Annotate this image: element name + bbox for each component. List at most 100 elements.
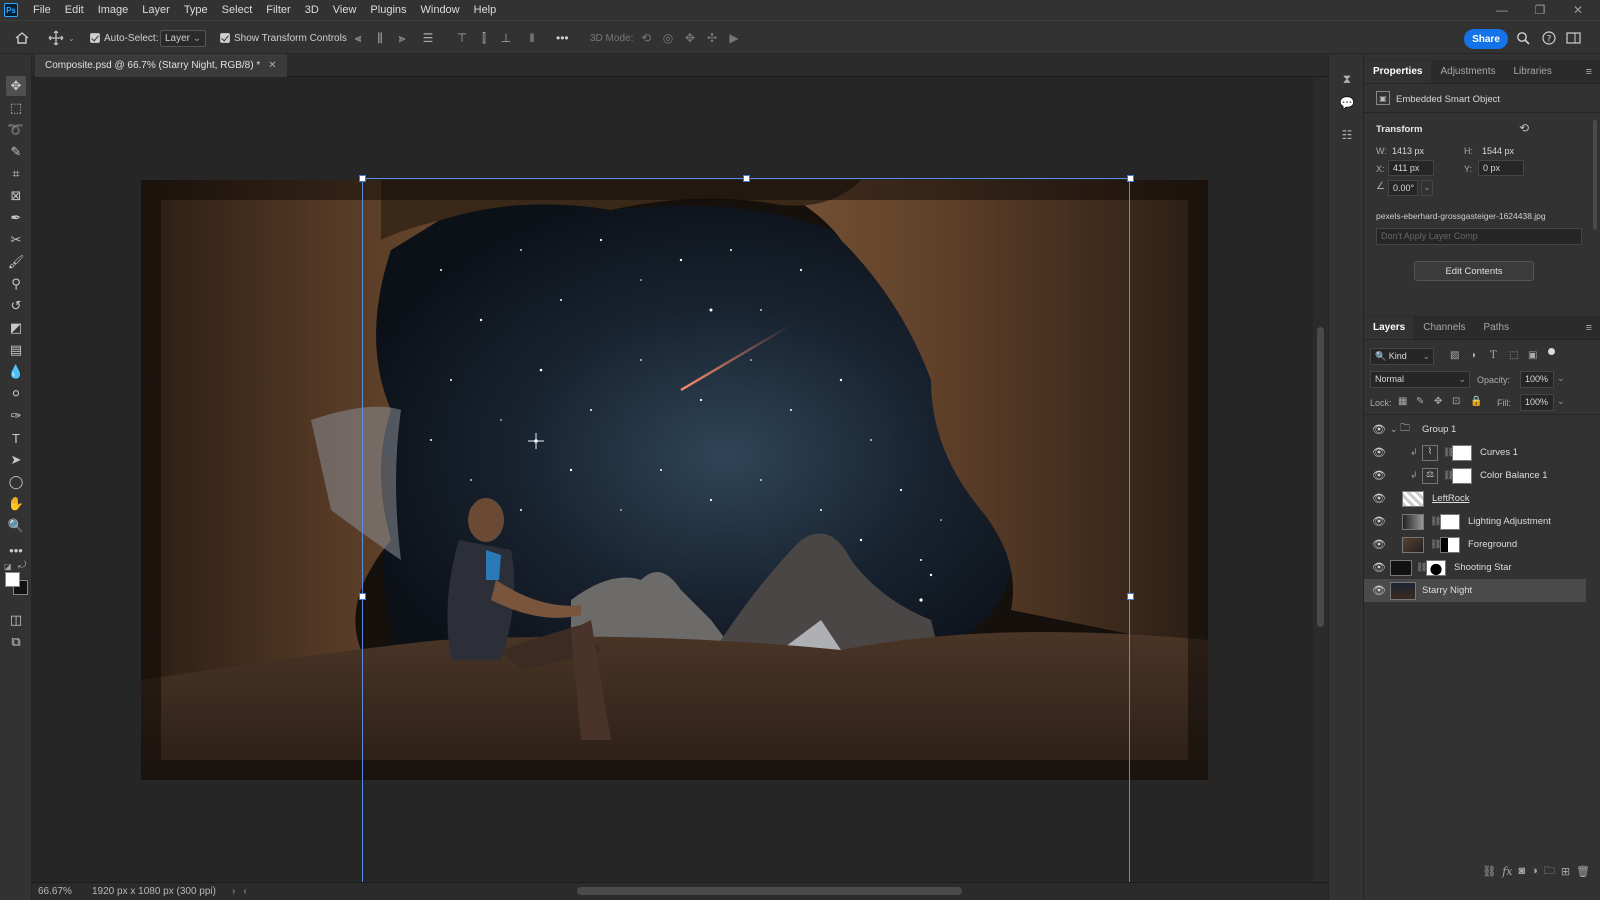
tab-adjustments[interactable]: Adjustments [1431,61,1504,83]
layer-row-shooting-star[interactable]: 👁 ⛓ Shooting Star [1364,556,1586,579]
new-layer-icon[interactable]: ⊞ [1561,865,1570,878]
eraser-tool-icon[interactable]: ◩ [6,318,26,338]
type-tool-icon[interactable]: T [6,428,26,448]
show-transform-controls-checkbox[interactable]: Show Transform Controls [220,21,347,55]
layer-name[interactable]: Foreground [1468,539,1517,550]
auto-select-target-dropdown[interactable]: Layer ⌄ [160,21,207,55]
eyedropper-tool-icon[interactable]: ✒ [6,208,26,228]
comments-panel-icon[interactable]: 💬 [1338,94,1356,112]
blur-tool-icon[interactable]: 💧 [6,362,26,382]
layer-thumbnail[interactable] [1390,559,1412,576]
align-left-icon[interactable]: ⫷ [350,21,366,55]
document-info[interactable]: 1920 px x 1080 px (300 ppi) [92,886,216,897]
menu-plugins[interactable]: Plugins [363,0,413,20]
fill-dropdown-icon[interactable]: ⌄ [1557,396,1565,407]
quick-mask-icon[interactable]: ◫ [6,610,26,630]
auto-select-checkbox[interactable]: Auto-Select: [90,21,158,55]
menu-type[interactable]: Type [177,0,215,20]
layer-row-curves-1[interactable]: 👁 ↲ ⌇ ⛓ Curves 1 [1364,441,1586,464]
group-expand-chevron-icon[interactable]: ⌄ [1390,424,1398,435]
transform-handle-top-right[interactable] [1127,175,1134,182]
menu-layer[interactable]: Layer [135,0,177,20]
vertical-scrollbar[interactable] [1313,77,1328,882]
new-adjustment-layer-icon[interactable]: ◑ [1531,865,1538,877]
visibility-eye-icon[interactable]: 👁 [1372,469,1386,483]
layer-row-starry-night[interactable]: 👁 Starry Night [1364,579,1586,602]
shape-tool-icon[interactable]: ◯ [6,472,26,492]
layer-thumbnail[interactable] [1402,536,1424,553]
filter-shape-icon[interactable]: ⬚ [1509,350,1518,361]
layer-mask-thumbnail[interactable] [1426,559,1446,576]
menu-file[interactable]: File [26,0,58,20]
visibility-eye-icon[interactable]: 👁 [1372,561,1386,575]
menu-view[interactable]: View [326,0,364,20]
minimize-button[interactable]: — [1484,0,1520,20]
edit-toolbar-icon[interactable]: ••• [6,540,26,560]
link-layers-icon[interactable]: ⛓ [1482,865,1496,878]
properties-panel-menu-icon[interactable]: ≡ [1586,66,1592,78]
align-center-icon[interactable]: ⫼ [372,21,388,55]
opacity-dropdown-icon[interactable]: ⌄ [1557,373,1565,384]
path-selection-tool-icon[interactable]: ➤ [6,450,26,470]
search-icon[interactable] [1516,21,1530,55]
width-value[interactable]: 1413 px [1392,146,1424,156]
lock-all-icon[interactable]: 🔒 [1470,396,1482,407]
horizontal-scroll-thumb[interactable] [577,887,962,895]
layer-thumbnail[interactable] [1402,513,1424,530]
layer-row-leftrock[interactable]: 👁 LeftRock [1364,487,1586,510]
marquee-tool-icon[interactable]: ⬚ [6,98,26,118]
restore-button[interactable]: ❐ [1522,0,1558,20]
menu-image[interactable]: Image [91,0,136,20]
tab-properties[interactable]: Properties [1364,61,1432,83]
angle-field[interactable]: 0.00° [1388,180,1418,196]
opacity-field[interactable]: 100% [1520,371,1554,388]
distribute-vertical-icon[interactable]: ‖ [524,21,540,55]
layer-thumbnail[interactable] [1390,581,1416,600]
menu-filter[interactable]: Filter [259,0,297,20]
3d-pan-icon[interactable]: ✥ [682,21,698,55]
transform-handle-top-center[interactable] [743,175,750,182]
quick-selection-tool-icon[interactable]: ✎ [6,142,26,162]
angle-dropdown-icon[interactable]: ⌄ [1421,180,1433,196]
delete-layer-icon[interactable]: 🗑 [1576,865,1590,878]
y-field[interactable]: 0 px [1478,160,1524,176]
layer-style-fx-icon[interactable]: fx [1502,865,1512,878]
3d-roll-icon[interactable]: ◎ [660,21,676,55]
transform-handle-middle-left[interactable] [359,593,366,600]
layer-mask-thumbnail[interactable] [1452,467,1472,484]
lock-pixels-icon[interactable]: ✎ [1416,396,1424,407]
share-button[interactable]: Share [1464,29,1508,49]
move-tool-preset-icon[interactable]: ⌄ [48,21,75,55]
filter-smart-object-icon[interactable]: ▣ [1528,350,1537,361]
align-middle-icon[interactable]: ⫿ [476,21,492,55]
menu-edit[interactable]: Edit [58,0,91,20]
align-right-icon[interactable]: ⫸ [394,21,410,55]
adjustments-panel-icon[interactable]: ☷ [1338,126,1356,144]
layer-row-color-balance-1[interactable]: 👁 ↲ ⚖ ⛓ Color Balance 1 [1364,464,1586,487]
layer-thumbnail[interactable] [1402,490,1424,507]
dodge-tool-icon[interactable]: ⚪ [6,384,26,404]
history-brush-tool-icon[interactable]: ↺ [6,296,26,316]
layer-name[interactable]: Lighting Adjustment [1468,516,1551,527]
visibility-eye-icon[interactable]: 👁 [1372,584,1386,598]
add-mask-icon[interactable]: ◙ [1519,865,1526,877]
move-tool-icon[interactable]: ✥ [6,76,26,96]
crop-tool-icon[interactable]: ⌗ [6,164,26,184]
layer-mask-thumbnail[interactable] [1452,444,1472,461]
edit-contents-button[interactable]: Edit Contents [1414,261,1534,281]
transform-handle-middle-right[interactable] [1127,593,1134,600]
status-menu-arrow-icon[interactable]: › [232,886,235,897]
layer-name[interactable]: Color Balance 1 [1480,470,1548,481]
tab-layers[interactable]: Layers [1364,317,1415,339]
close-tab-icon[interactable]: ✕ [268,60,276,71]
visibility-eye-icon[interactable]: 👁 [1372,423,1386,437]
filter-toggle-icon[interactable] [1548,348,1555,355]
close-window-button[interactable]: ✕ [1560,0,1596,20]
layer-comp-dropdown[interactable]: Don't Apply Layer Comp [1376,228,1582,245]
layer-row-lighting-adjustment[interactable]: 👁 ⛓ Lighting Adjustment [1364,510,1586,533]
more-options-button[interactable]: ••• [556,21,569,55]
brush-tool-icon[interactable]: 🖌 [6,252,26,272]
lasso-tool-icon[interactable]: ➰ [6,120,26,140]
blend-mode-dropdown[interactable]: Normal ⌄ [1370,371,1470,388]
vertical-scroll-thumb[interactable] [1317,327,1324,627]
